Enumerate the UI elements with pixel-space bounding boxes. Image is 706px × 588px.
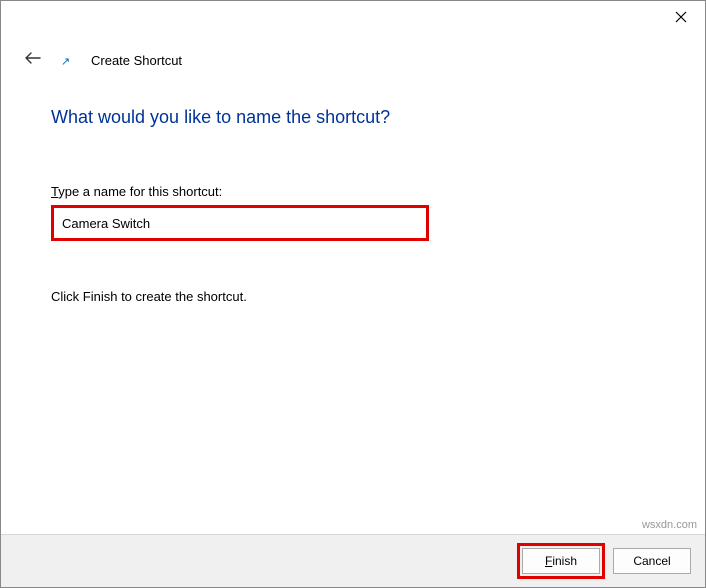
wizard-title: Create Shortcut xyxy=(91,53,182,68)
shortcut-icon xyxy=(61,53,75,67)
watermark-text: wsxdn.com xyxy=(642,519,697,531)
cancel-button[interactable]: Cancel xyxy=(613,548,691,574)
finish-button-highlight: Finish xyxy=(517,543,605,579)
name-input-label: Type a name for this shortcut: xyxy=(51,184,655,199)
close-button[interactable] xyxy=(671,7,691,27)
shortcut-name-input[interactable] xyxy=(56,210,424,236)
dialog-footer: Finish Cancel xyxy=(1,534,705,587)
back-button[interactable] xyxy=(21,49,45,71)
name-input-highlight xyxy=(51,205,429,241)
instruction-text: Click Finish to create the shortcut. xyxy=(51,289,655,304)
page-heading: What would you like to name the shortcut… xyxy=(51,107,655,128)
main-content: What would you like to name the shortcut… xyxy=(51,107,655,304)
wizard-header: Create Shortcut xyxy=(21,49,182,71)
back-arrow-icon xyxy=(25,52,41,64)
close-icon xyxy=(675,11,687,23)
titlebar xyxy=(671,1,705,33)
finish-button[interactable]: Finish xyxy=(522,548,600,574)
